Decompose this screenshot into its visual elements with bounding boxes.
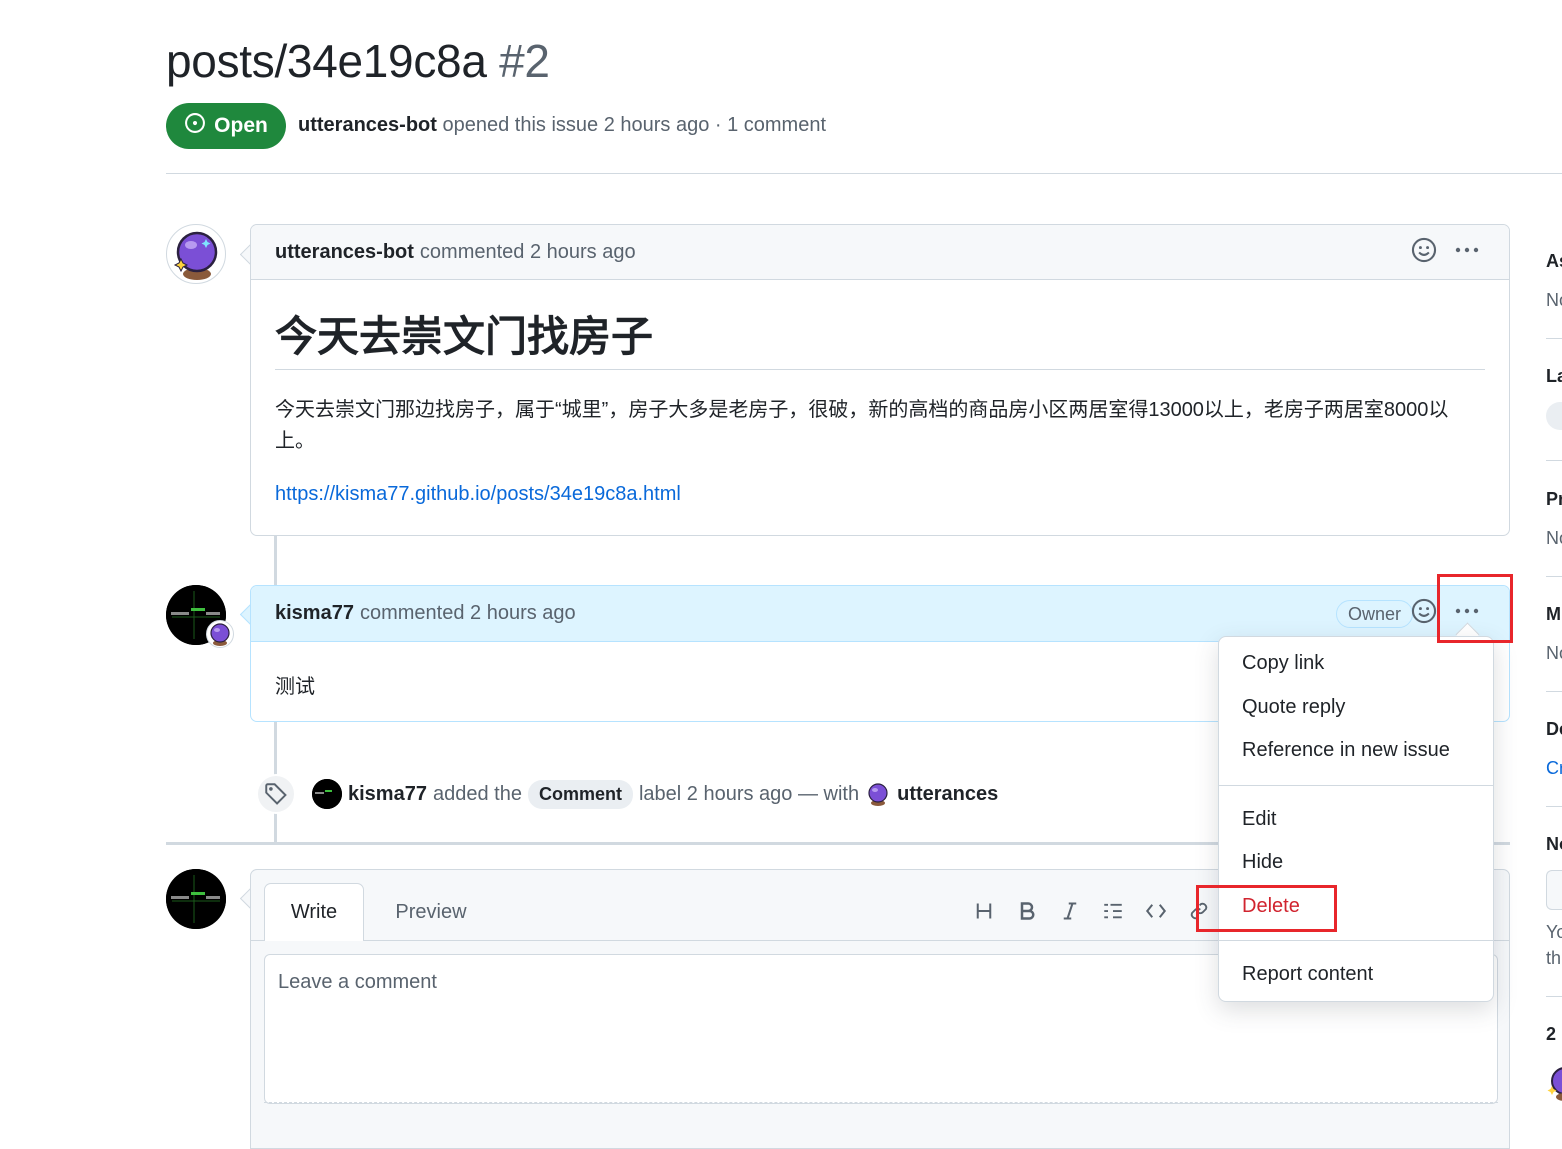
menu-item-edit[interactable]: Edit — [1242, 808, 1276, 831]
bold-icon[interactable] — [1016, 896, 1038, 926]
event-actor[interactable]: kisma77 — [348, 783, 427, 806]
timeline-line — [274, 536, 277, 585]
event-text-after: label 2 hours ago — with — [638, 782, 860, 805]
avatar-badge-utterances — [206, 620, 234, 648]
sidebar-milestone-heading[interactable]: M — [1546, 604, 1562, 625]
sidebar-assignees-value: No — [1546, 290, 1562, 310]
sidebar-participants-heading: 2 — [1546, 1024, 1557, 1044]
event-text-before: added the — [432, 782, 522, 805]
comment-header: kisma77 commented 2 hours ago Owner — [251, 586, 1509, 642]
label-comment[interactable]: Comment — [527, 779, 633, 809]
sidebar-projects-heading[interactable]: Pr — [1546, 489, 1562, 510]
code-icon[interactable] — [1145, 896, 1167, 926]
sidebar-development-link[interactable]: Cr — [1546, 758, 1562, 779]
sidebar-divider — [1546, 806, 1562, 807]
tab-preview[interactable]: Preview — [381, 883, 481, 941]
menu-item-copy-link[interactable]: Copy link — [1242, 652, 1324, 675]
sidebar-label-pill[interactable] — [1546, 402, 1562, 430]
italic-icon[interactable] — [1059, 896, 1081, 926]
issue-title-text: posts/34e19c8a — [166, 35, 487, 87]
smiley-icon[interactable] — [1411, 598, 1437, 630]
sidebar-notifications-text: th — [1546, 948, 1562, 968]
issue-number: #2 — [499, 35, 550, 87]
sidebar-divider — [1546, 338, 1562, 339]
attach-area[interactable] — [264, 1102, 1498, 1104]
sidebar-notifications-text: Yo — [1546, 922, 1562, 942]
sidebar-labels-heading[interactable]: La — [1546, 366, 1562, 387]
comment-actions — [1411, 237, 1481, 269]
list-icon[interactable] — [1102, 896, 1124, 926]
menu-item-hide[interactable]: Hide — [1242, 851, 1283, 874]
sidebar-divider — [1546, 576, 1562, 577]
sidebar-projects-value: No — [1546, 528, 1562, 548]
post-heading: 今天去崇文门找房子 — [275, 313, 654, 360]
sidebar-divider — [1546, 996, 1562, 997]
issue-meta: utterances-bot opened this issue 2 hours… — [298, 114, 826, 137]
comment-box: utterances-bot commented 2 hours ago 今天去… — [250, 224, 1510, 536]
post-paragraph: 今天去崇文门那边找房子，属于“城里”，房子大多是老房子，很破，新的高档的商品房小… — [275, 399, 1449, 452]
avatar-utterances-small[interactable] — [865, 781, 892, 807]
smiley-icon[interactable] — [1411, 237, 1437, 269]
heading-icon[interactable] — [973, 896, 995, 926]
menu-divider — [1219, 940, 1493, 941]
issue-opened-icon — [184, 112, 206, 140]
comment-timestamp[interactable]: commented 2 hours ago — [420, 241, 636, 264]
highlight-delete-item — [1196, 885, 1337, 932]
issue-author-link[interactable]: utterances-bot — [298, 114, 437, 136]
label-event: kisma77 added the Comment label 2 hours … — [312, 778, 998, 810]
sidebar-subscribe-button[interactable] — [1546, 870, 1562, 910]
tab-write[interactable]: Write — [264, 883, 364, 941]
kebab-horizontal-icon[interactable] — [1453, 237, 1481, 269]
issue-meta-text: opened this issue 2 hours ago · 1 commen… — [442, 114, 827, 136]
comment-author[interactable]: kisma77 — [275, 602, 354, 625]
comment-header: utterances-bot commented 2 hours ago — [251, 225, 1509, 280]
menu-item-quote-reply[interactable]: Quote reply — [1242, 696, 1345, 719]
tag-icon — [256, 774, 296, 814]
avatar-current-user[interactable] — [166, 869, 226, 929]
sidebar-assignees-heading[interactable]: As — [1546, 251, 1562, 272]
sidebar-participant-avatar[interactable] — [1546, 1064, 1562, 1102]
owner-badge: Owner — [1335, 600, 1413, 628]
issue-title: posts/34e19c8a #2 — [166, 34, 550, 88]
comment-options-menu: Copy link Quote reply Reference in new i… — [1218, 636, 1494, 1002]
sidebar-divider — [1546, 691, 1562, 692]
sidebar-milestone-value: No — [1546, 643, 1562, 663]
menu-divider — [1219, 785, 1493, 786]
sidebar-notifications-heading: No — [1546, 834, 1562, 854]
markdown-toolbar — [973, 896, 1210, 926]
menu-item-reference-in-new-issue[interactable]: Reference in new issue — [1242, 739, 1450, 762]
issue-state-label: Open — [214, 114, 268, 137]
comment-author[interactable]: utterances-bot — [275, 241, 414, 264]
sidebar-development-heading[interactable]: De — [1546, 719, 1562, 740]
header-divider — [166, 173, 1562, 174]
event-app[interactable]: utterances — [897, 783, 998, 806]
avatar-utterances-bot[interactable] — [166, 224, 226, 284]
sidebar-divider — [1546, 460, 1562, 461]
issue-state-badge: Open — [166, 103, 286, 149]
post-link[interactable]: https://kisma77.github.io/posts/34e19c8a… — [275, 483, 681, 506]
menu-item-report-content[interactable]: Report content — [1242, 963, 1373, 986]
comment-body: 测试 — [275, 676, 315, 698]
post-divider — [275, 369, 1485, 370]
highlight-kebab-button — [1437, 574, 1513, 643]
avatar-kisma77-small[interactable] — [312, 779, 342, 809]
comment-timestamp[interactable]: commented 2 hours ago — [360, 602, 576, 625]
